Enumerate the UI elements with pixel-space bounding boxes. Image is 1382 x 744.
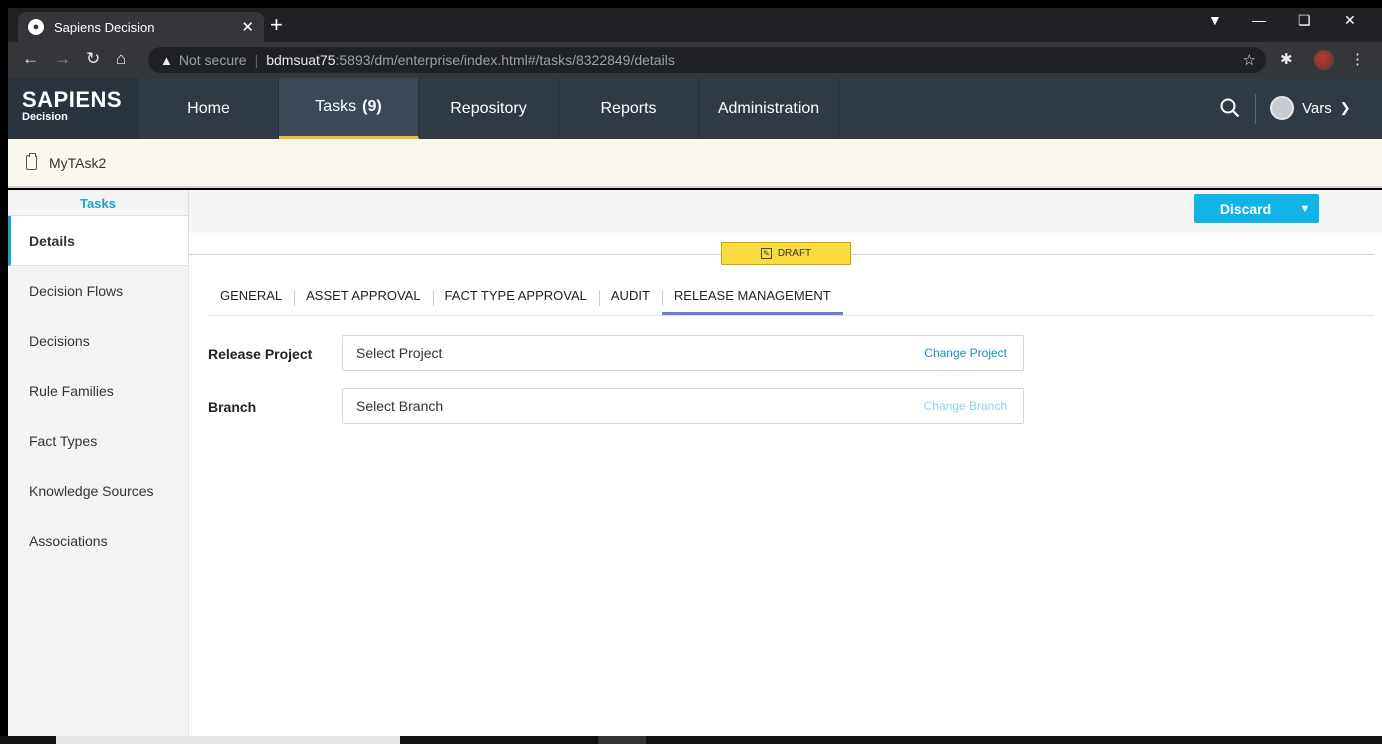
os-taskbar-app[interactable] bbox=[598, 736, 646, 744]
discard-button-label: Discard bbox=[1219, 200, 1272, 217]
nav-home-label: Home bbox=[187, 99, 230, 117]
address-bar[interactable]: ▲ Not secure | bdmsuat75 :5893/dm/enterp… bbox=[148, 47, 1266, 73]
globe-favicon-icon: ● bbox=[28, 19, 44, 35]
nav-repository-label: Repository bbox=[450, 99, 527, 117]
sidebar: Tasks Details Decision Flows Decisions R… bbox=[8, 190, 189, 736]
nav-home[interactable]: Home bbox=[139, 78, 279, 139]
release-project-label: Release Project bbox=[208, 346, 313, 362]
nav-tasks-label: Tasks bbox=[315, 98, 357, 115]
bookmark-star-icon[interactable]: ☆ bbox=[1243, 51, 1256, 69]
close-tab-icon[interactable]: ✕ bbox=[241, 18, 254, 36]
logo-main-text: SAPIENS bbox=[22, 87, 123, 112]
sidebar-item-associations[interactable]: Associations bbox=[8, 516, 188, 566]
nav-administration-label: Administration bbox=[717, 99, 820, 117]
browser-profile-avatar[interactable] bbox=[1314, 50, 1334, 70]
release-project-field[interactable]: Select Project Change Project bbox=[342, 335, 1024, 371]
restore-window-icon[interactable]: ❏ bbox=[1298, 12, 1311, 29]
tasks-count-badge: (9) bbox=[362, 98, 382, 115]
back-arrow-icon[interactable]: ← bbox=[22, 49, 39, 69]
warning-triangle-icon: ▲ bbox=[160, 52, 173, 68]
tab-release-management[interactable]: RELEASE MANAGEMENT bbox=[661, 282, 843, 315]
header-divider bbox=[1255, 94, 1256, 124]
sidebar-item-details[interactable]: Details bbox=[8, 216, 188, 266]
app-header: SAPIENS Decision Home Tasks (9) Reposito… bbox=[8, 78, 1382, 139]
chevron-down-icon: ❯ bbox=[1339, 100, 1351, 115]
sidebar-item-rule-families[interactable]: Rule Families bbox=[8, 366, 188, 416]
sidebar-item-label: Associations bbox=[29, 533, 108, 549]
task-name: MyTAsk2 bbox=[49, 154, 107, 171]
action-bar: Discard ▼ bbox=[189, 190, 1382, 230]
reload-icon[interactable]: ↻ bbox=[86, 49, 100, 69]
sidebar-item-label: Details bbox=[29, 232, 75, 249]
browser-menu-icon[interactable]: ⋮ bbox=[1350, 50, 1365, 68]
tab-general[interactable]: GENERAL bbox=[208, 282, 294, 315]
user-name: Vars bbox=[1302, 99, 1332, 117]
logo-sub-text: Decision bbox=[22, 111, 68, 123]
change-project-link[interactable]: Change Project bbox=[924, 346, 1007, 360]
close-window-icon[interactable]: ✕ bbox=[1344, 12, 1356, 29]
clipboard-icon bbox=[26, 153, 37, 170]
sidebar-item-label: Rule Families bbox=[29, 383, 114, 399]
caret-down-icon[interactable]: ▼ bbox=[1291, 203, 1319, 215]
extensions-puzzle-icon[interactable]: ✱ bbox=[1280, 50, 1293, 68]
change-branch-link[interactable]: Change Branch bbox=[924, 399, 1007, 413]
nav-repository[interactable]: Repository bbox=[419, 78, 559, 139]
url-host: bdmsuat75 bbox=[266, 52, 336, 68]
profile-menu-icon[interactable]: ▼ bbox=[1208, 12, 1222, 28]
new-tab-button[interactable]: + bbox=[270, 14, 283, 36]
tab-fact-type-approval[interactable]: FACT TYPE APPROVAL bbox=[432, 282, 599, 315]
edit-pencil-icon: ✎ bbox=[760, 248, 772, 259]
user-menu[interactable]: Vars ❯ bbox=[1270, 96, 1351, 120]
tab-audit[interactable]: AUDIT bbox=[598, 282, 662, 315]
branch-field[interactable]: Select Branch Change Branch bbox=[342, 388, 1024, 424]
discard-button[interactable]: Discard ▼ bbox=[1194, 194, 1319, 223]
main-content: Discard ▼ ✎ DRAFT GENERAL ASSET APPROVAL… bbox=[189, 190, 1382, 736]
sidebar-item-label: Decisions bbox=[29, 333, 90, 349]
browser-tab-title: Sapiens Decision bbox=[54, 19, 155, 35]
tabs-divider bbox=[208, 315, 1374, 316]
release-project-value: Select Project bbox=[356, 345, 443, 361]
omnibox-divider: | bbox=[254, 52, 259, 68]
nav-administration[interactable]: Administration bbox=[699, 78, 839, 139]
os-taskbar bbox=[0, 736, 1382, 744]
branch-label: Branch bbox=[208, 399, 257, 415]
nav-reports-label: Reports bbox=[600, 99, 657, 117]
sidebar-title: Tasks bbox=[8, 190, 188, 216]
os-taskbar-search[interactable] bbox=[56, 736, 400, 744]
task-title-bar: MyTAsk2 bbox=[8, 139, 1382, 188]
security-status: Not secure bbox=[178, 52, 247, 68]
url-path: :5893/dm/enterprise/index.html#/tasks/83… bbox=[335, 52, 675, 68]
status-badge: ✎ DRAFT bbox=[721, 242, 851, 265]
globe-avatar-icon bbox=[1270, 96, 1294, 120]
status-badge-label: DRAFT bbox=[777, 248, 812, 259]
sidebar-item-label: Knowledge Sources bbox=[29, 483, 154, 499]
forward-arrow-icon[interactable]: → bbox=[54, 49, 71, 69]
sidebar-item-decisions[interactable]: Decisions bbox=[8, 316, 188, 366]
details-tabs: GENERAL ASSET APPROVAL FACT TYPE APPROVA… bbox=[208, 282, 843, 316]
sidebar-item-label: Decision Flows bbox=[29, 283, 124, 299]
home-icon[interactable]: ⌂ bbox=[116, 49, 126, 69]
browser-tab[interactable]: ● Sapiens Decision ✕ bbox=[18, 12, 264, 42]
nav-tasks[interactable]: Tasks (9) bbox=[279, 78, 419, 139]
browser-tab-strip: ● Sapiens Decision ✕ + ▼ — ❏ ✕ bbox=[8, 8, 1382, 42]
browser-toolbar: ← → ↻ ⌂ ▲ Not secure | bdmsuat75 :5893/d… bbox=[8, 42, 1382, 78]
sidebar-item-fact-types[interactable]: Fact Types bbox=[8, 416, 188, 466]
tab-asset-approval[interactable]: ASSET APPROVAL bbox=[294, 282, 432, 315]
sapiens-logo[interactable]: SAPIENS Decision bbox=[8, 78, 139, 139]
minimize-window-icon[interactable]: — bbox=[1252, 12, 1266, 28]
nav-reports[interactable]: Reports bbox=[559, 78, 699, 139]
branch-value: Select Branch bbox=[356, 398, 444, 414]
search-icon[interactable] bbox=[1220, 98, 1240, 118]
sidebar-item-knowledge-sources[interactable]: Knowledge Sources bbox=[8, 466, 188, 516]
sidebar-item-label: Fact Types bbox=[29, 433, 98, 449]
sidebar-item-decision-flows[interactable]: Decision Flows bbox=[8, 266, 188, 316]
